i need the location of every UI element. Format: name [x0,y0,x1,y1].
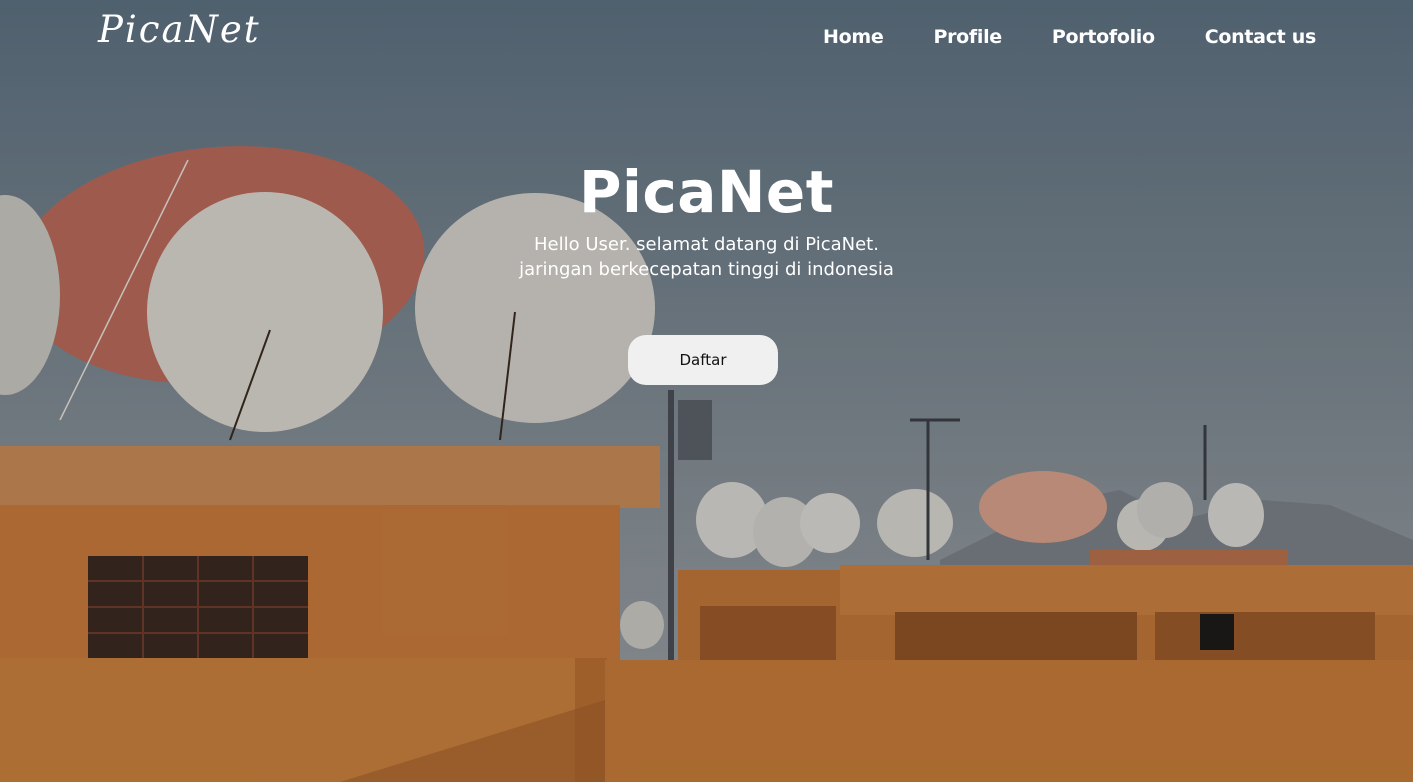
nav-contact-link[interactable]: Contact us [1205,26,1317,48]
hero-content: PicaNet Hello User. selamat datang di Pi… [0,158,1413,282]
dark-overlay [0,0,1413,782]
hero-subtitle: Hello User. selamat datang di PicaNet. j… [0,232,1413,282]
nav-home-link[interactable]: Home [823,26,884,48]
hero-background [0,0,1413,782]
navbar: PicaNet Home Profile Portofolio Contact … [0,0,1413,80]
register-button[interactable]: Daftar [628,335,778,385]
hero-title: PicaNet [578,158,834,226]
nav-profile-link[interactable]: Profile [933,26,1002,48]
hero-subtitle-line-1: Hello User. selamat datang di PicaNet. [534,234,879,255]
brand-logo[interactable]: PicaNet [98,8,261,51]
nav-portfolio-link[interactable]: Portofolio [1052,26,1155,48]
hero-subtitle-line-2: jaringan berkecepatan tinggi di indonesi… [519,259,894,280]
nav-menu: Home Profile Portofolio Contact us [823,26,1316,48]
